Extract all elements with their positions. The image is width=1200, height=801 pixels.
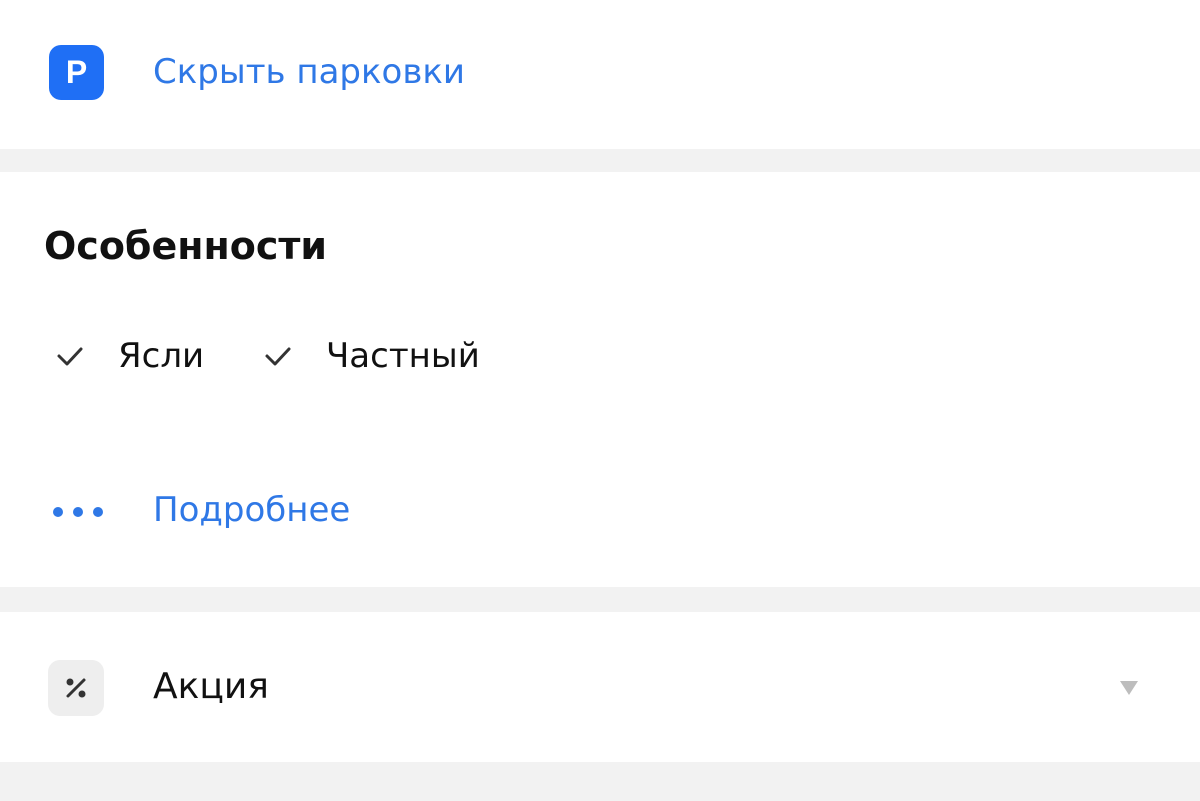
- promo-label[interactable]: Акция: [153, 666, 269, 707]
- more-dots-icon[interactable]: [52, 506, 104, 518]
- chevron-down-icon[interactable]: [1118, 679, 1140, 697]
- percent-glyph: [66, 678, 86, 698]
- feature-item: Частный: [262, 336, 480, 376]
- check-icon: [57, 347, 83, 366]
- feature-item: Ясли: [54, 336, 204, 376]
- more-details-button[interactable]: Подробнее: [153, 490, 350, 530]
- parking-icon-letter: P: [65, 54, 88, 90]
- hide-parkings-button[interactable]: Скрыть парковки: [153, 52, 465, 92]
- percent-icon: [48, 660, 104, 716]
- feature-label: Ясли: [118, 336, 205, 376]
- feature-label: Частный: [326, 336, 480, 376]
- parking-icon[interactable]: P: [49, 45, 104, 100]
- section-title: Особенности: [44, 224, 328, 268]
- check-icon: [265, 347, 291, 366]
